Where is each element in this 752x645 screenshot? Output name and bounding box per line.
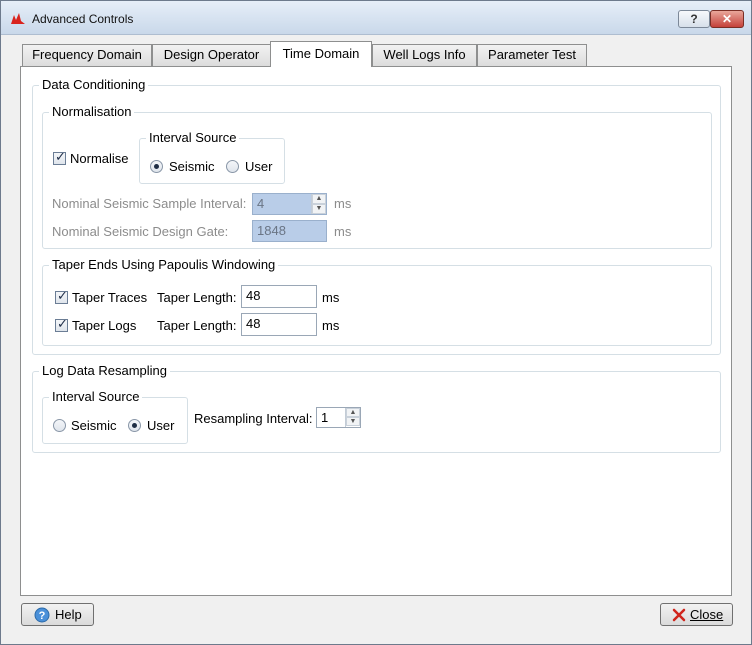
- norm-interval-source-title: Interval Source: [146, 130, 240, 145]
- logs-length-value: 48: [246, 316, 261, 331]
- taper-group: Taper Ends Using Papoulis Windowing Tape…: [42, 257, 712, 346]
- taper-logs-checkbox[interactable]: [55, 317, 68, 332]
- norm-seismic-label: Seismic: [169, 159, 215, 174]
- log-resampling-title: Log Data Resampling: [39, 363, 171, 378]
- norm-user-label: User: [245, 159, 273, 174]
- norm-interval-source-group: Interval Source Seismic User: [139, 130, 285, 184]
- app-icon: [11, 13, 25, 24]
- design-gate-value: 1848: [257, 223, 286, 238]
- data-conditioning-group: Data Conditioning Normalisation Normalis…: [32, 77, 721, 355]
- time-domain-panel: Data Conditioning Normalisation Normalis…: [20, 66, 732, 596]
- sample-interval-spin[interactable]: ▲ ▼: [311, 194, 326, 214]
- resample-user-label: User: [147, 418, 175, 433]
- logs-length-label: Taper Length:: [157, 318, 237, 333]
- normalisation-group: Normalisation Normalise Interval Source …: [42, 104, 712, 249]
- spin-down-icon[interactable]: ▼: [312, 204, 326, 214]
- resampling-spin[interactable]: ▲ ▼: [345, 408, 360, 427]
- tab-well-logs-info[interactable]: Well Logs Info: [372, 44, 477, 66]
- traces-length-value: 48: [246, 288, 261, 303]
- resample-interval-source-title: Interval Source: [49, 389, 143, 404]
- tab-time-domain[interactable]: Time Domain: [270, 41, 372, 67]
- traces-unit: ms: [322, 290, 340, 305]
- tab-design-operator[interactable]: Design Operator: [152, 44, 271, 66]
- sample-interval-label: Nominal Seismic Sample Interval:: [52, 196, 247, 211]
- taper-title: Taper Ends Using Papoulis Windowing: [49, 257, 279, 272]
- log-resampling-group: Log Data Resampling Interval Source Seis…: [32, 363, 721, 453]
- logs-unit: ms: [322, 318, 340, 333]
- resample-user-radio[interactable]: [128, 419, 141, 432]
- normalise-label: Normalise: [70, 151, 129, 166]
- close-x-icon: [672, 608, 686, 622]
- resampling-interval-label: Resampling Interval:: [194, 411, 313, 426]
- close-button-label: Close: [690, 607, 724, 622]
- taper-traces-label: Taper Traces: [72, 290, 148, 305]
- resampling-interval-value: 1: [321, 410, 329, 425]
- spin-down-icon[interactable]: ▼: [346, 417, 360, 426]
- window-title: Advanced Controls: [32, 12, 134, 26]
- close-button[interactable]: Close: [660, 603, 733, 626]
- normalisation-title: Normalisation: [49, 104, 135, 119]
- help-button[interactable]: ? Help: [21, 603, 94, 626]
- resample-interval-source-group: Interval Source Seismic User: [42, 389, 188, 444]
- tab-parameter-test[interactable]: Parameter Test: [477, 44, 587, 66]
- help-icon: ?: [34, 607, 50, 623]
- normalise-checkbox[interactable]: [53, 150, 66, 165]
- close-icon: ✕: [721, 12, 733, 26]
- logs-length-input[interactable]: 48: [241, 313, 317, 336]
- norm-user-radio[interactable]: [226, 160, 239, 173]
- title-close-button[interactable]: ✕: [710, 10, 744, 28]
- sample-interval-value: 4: [257, 196, 265, 211]
- data-conditioning-title: Data Conditioning: [39, 77, 149, 92]
- taper-traces-checkbox[interactable]: [55, 289, 68, 304]
- help-button-label: Help: [55, 607, 82, 622]
- advanced-controls-window: Advanced Controls ? ✕ Frequency Domain D…: [0, 0, 752, 645]
- resample-seismic-label: Seismic: [71, 418, 117, 433]
- question-icon: ?: [690, 12, 698, 26]
- resampling-interval-stepper[interactable]: 1 ▲ ▼: [316, 407, 361, 428]
- spin-up-icon[interactable]: ▲: [312, 194, 326, 204]
- design-gate-unit: ms: [334, 224, 352, 239]
- spin-up-icon[interactable]: ▲: [346, 408, 360, 417]
- svg-text:?: ?: [39, 610, 46, 622]
- design-gate-field[interactable]: 1848: [252, 220, 327, 242]
- title-bar: Advanced Controls ? ✕: [1, 1, 751, 35]
- traces-length-input[interactable]: 48: [241, 285, 317, 308]
- traces-length-label: Taper Length:: [157, 290, 237, 305]
- design-gate-label: Nominal Seismic Design Gate:: [52, 224, 229, 239]
- taper-logs-label: Taper Logs: [72, 318, 137, 333]
- resample-seismic-radio[interactable]: [53, 419, 66, 432]
- tab-frequency-domain[interactable]: Frequency Domain: [22, 44, 152, 66]
- sample-interval-unit: ms: [334, 196, 352, 211]
- sample-interval-stepper[interactable]: 4 ▲ ▼: [252, 193, 327, 215]
- norm-seismic-radio[interactable]: [150, 160, 163, 173]
- title-help-button[interactable]: ?: [678, 10, 710, 28]
